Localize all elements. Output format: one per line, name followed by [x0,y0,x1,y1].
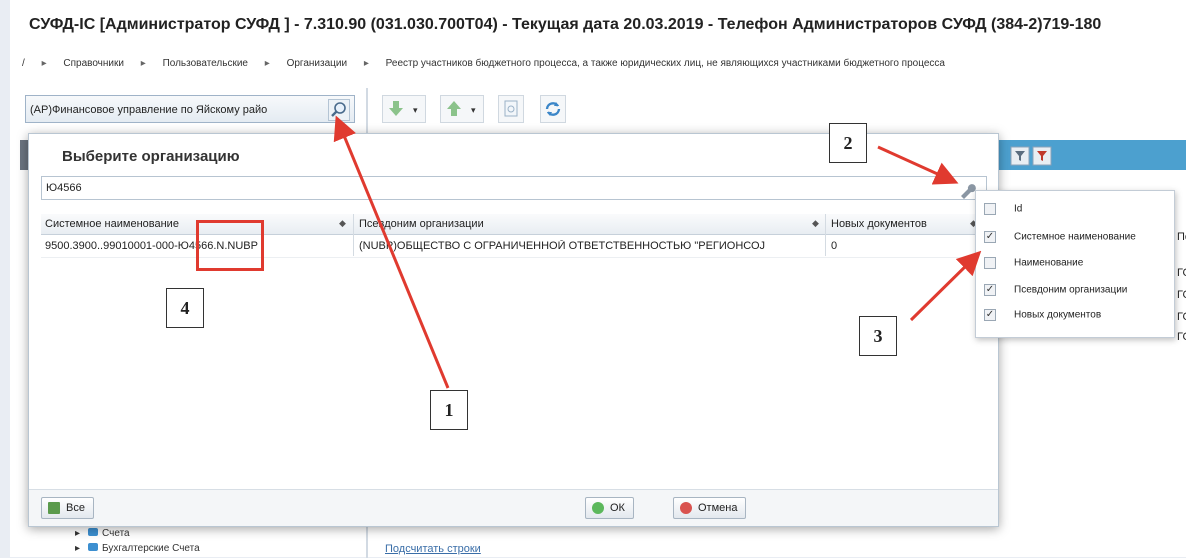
import-button[interactable]: ▾ [382,95,426,123]
table-row[interactable]: 9500.3900..99010001-000-Ю4566.N.NUBP (NU… [41,235,987,258]
search-field[interactable] [41,176,987,200]
grid-header-fragment: Пс [1177,231,1186,243]
sort-icon[interactable]: ◆ [339,218,346,229]
org-lookup-button[interactable] [328,99,350,121]
checkbox-system-name[interactable]: ✓ [984,231,996,243]
org-selector-value: (АР)Финансовое управление по Яйскому рай… [30,104,268,116]
cancel-label: Отмена [698,502,738,514]
breadcrumb-item-current: Реестр участников бюджетного процесса, а… [385,58,945,69]
grid-cell-fragment: ГС [1177,331,1186,343]
breadcrumb: / ▸ Справочники ▸ Пользовательские ▸ Орг… [22,58,959,69]
filter-icons [1010,146,1052,166]
checkbox-alias[interactable]: ✓ [984,284,996,296]
grid-cell-fragment: ГС [1177,311,1186,323]
column-option-id[interactable]: Id [984,203,1022,219]
show-all-label: Все [66,502,85,514]
column-option-system-name[interactable]: ✓ Системное наименование [984,231,1136,247]
document-button[interactable] [498,95,524,123]
column-divider[interactable] [825,214,826,256]
checkbox-name[interactable] [984,257,996,269]
svg-text:▾: ▾ [471,106,476,116]
chevron-right-icon: ▸ [363,58,369,69]
chevron-right-icon: ▸ [264,58,270,69]
breadcrumb-root[interactable]: / [22,58,25,69]
column-visibility-menu: Id ✓ Системное наименование Наименование … [975,190,1175,338]
cell-new-docs: 0 [831,240,838,252]
count-rows-link[interactable]: Подсчитать строки [385,543,481,555]
column-option-name[interactable]: Наименование [984,257,1083,273]
refresh-icon [545,102,561,116]
callout-4: 4 [166,288,204,328]
checkbox-new-docs[interactable]: ✓ [984,309,996,321]
column-divider[interactable] [353,214,354,256]
upload-arrow-icon: ▾ [447,101,476,116]
dialog-title: Выберите организацию [62,148,240,165]
document-icon [504,100,518,117]
cancel-icon [680,502,692,514]
grid-header: Системное наименование ◆ Псевдоним орган… [41,214,987,235]
export-button[interactable]: ▾ [440,95,484,123]
ok-button[interactable]: ОК [585,497,634,519]
wrench-icon [961,184,976,199]
chevron-right-icon: ▸ [41,58,47,69]
breadcrumb-item[interactable]: Пользовательские [163,58,248,69]
callout-1: 1 [430,390,468,430]
chevron-right-icon: ▸ [140,58,146,69]
grid-toolbar [993,140,1186,170]
check-icon [592,502,604,514]
highlight-box [196,220,264,271]
callout-2: 2 [829,123,867,163]
cancel-button[interactable]: Отмена [673,497,747,519]
sort-icon[interactable]: ◆ [812,218,819,229]
breadcrumb-item[interactable]: Справочники [63,58,124,69]
svg-text:▾: ▾ [413,106,418,116]
breadcrumb-item[interactable]: Организации [287,58,347,69]
tree-item-accounts[interactable]: ▸ Счета [75,528,200,543]
tree-structure-icon [48,502,60,514]
navigation-tree: ▸ Счета ▸ Бухгалтерские Счета [75,528,200,558]
search-input[interactable] [42,177,950,199]
ok-label: ОК [610,502,625,514]
column-header-system-name[interactable]: Системное наименование [45,218,179,230]
dialog-footer: Все ОК Отмена [29,489,998,526]
organizations-grid: Системное наименование ◆ Псевдоним орган… [41,214,987,258]
column-settings-button[interactable] [957,180,977,200]
checkbox-id[interactable] [984,203,996,215]
column-header-alias[interactable]: Псевдоним организации [359,218,484,230]
org-selector[interactable]: (АР)Финансовое управление по Яйскому рай… [25,95,355,123]
magnifier-icon [331,102,346,117]
callout-3: 3 [859,316,897,356]
column-header-new-docs[interactable]: Новых документов [831,218,927,230]
tree-item-ledger-accounts[interactable]: ▸ Бухгалтерские Счета [75,543,200,558]
show-all-button[interactable]: Все [41,497,94,519]
cell-alias: (NUBP)ОБЩЕСТВО С ОГРАНИЧЕННОЙ ОТВЕТСТВЕН… [359,240,766,252]
folder-icon [88,528,99,536]
column-option-alias[interactable]: ✓ Псевдоним организации [984,284,1127,300]
refresh-button[interactable] [540,95,566,123]
window-title: СУФД-IC [Администратор СУФД ] - 7.310.90… [29,16,1102,33]
grid-cell-fragment: ГС [1177,267,1186,279]
download-arrow-icon: ▾ [389,101,418,116]
column-option-new-docs[interactable]: ✓ Новых документов [984,309,1101,325]
folder-icon [88,543,99,551]
select-organization-dialog: Выберите организацию Системное наименова… [28,133,999,527]
grid-cell-fragment: ГС [1177,289,1186,301]
